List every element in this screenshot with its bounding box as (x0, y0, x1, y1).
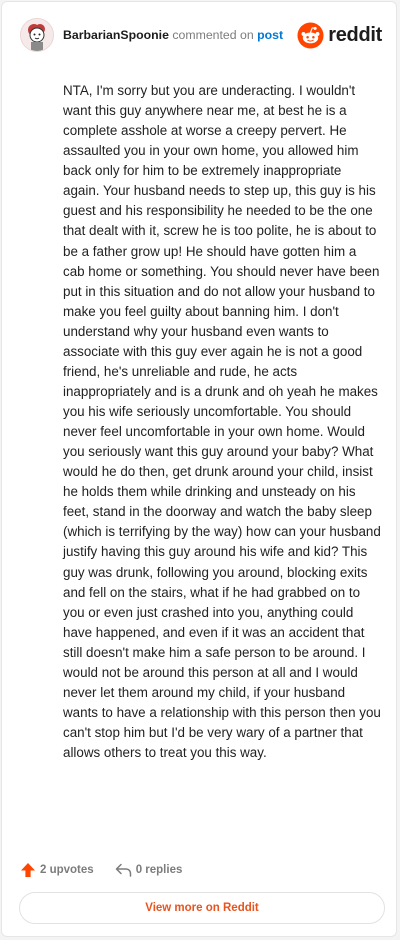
upvote-arrow-icon (21, 863, 35, 877)
upvote-count: 2 upvotes (40, 864, 94, 876)
reply-count: 0 replies (135, 864, 183, 876)
comment-byline: BarbarianSpoonie commented on post (63, 28, 283, 42)
comment-actions: 2 upvotes 0 replies (20, 859, 182, 881)
reply-arrow-icon (115, 863, 131, 877)
reddit-wordmark: reddit (328, 23, 382, 46)
post-link[interactable]: post (257, 28, 283, 42)
comment-header: BarbarianSpoonie commented on post reddi… (20, 17, 382, 53)
view-more-button[interactable]: View more on Reddit (19, 892, 385, 924)
reddit-brand[interactable]: reddit (297, 21, 382, 49)
comment-body: NTA, I'm sorry but you are underacting. … (63, 83, 381, 761)
reply-button[interactable]: 0 replies (115, 863, 183, 877)
username-link[interactable]: BarbarianSpoonie (63, 28, 169, 42)
upvote-button[interactable]: 2 upvotes (20, 862, 94, 878)
avatar[interactable] (20, 18, 54, 52)
reddit-logo-icon (297, 21, 324, 49)
comment-card: BarbarianSpoonie commented on post reddi… (1, 1, 397, 937)
comment-action-text: commented on (168, 28, 258, 42)
